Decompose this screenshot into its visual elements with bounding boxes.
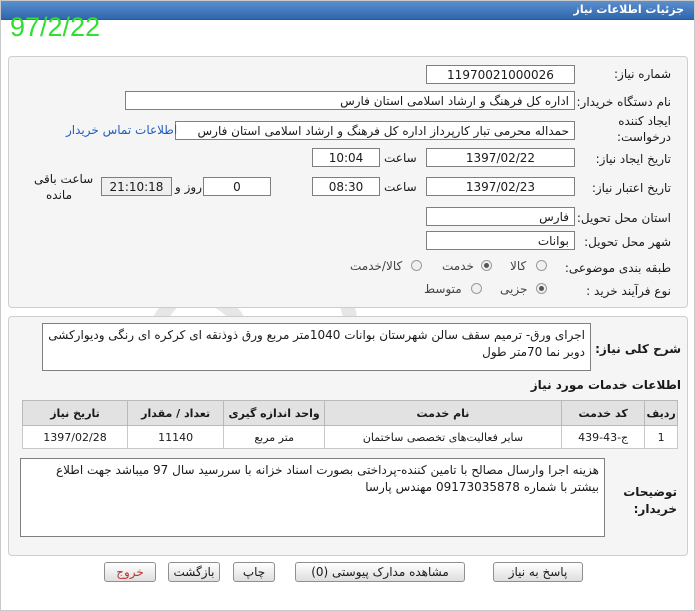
process-option-medium: متوسط [424,282,462,296]
buyer-org-field: اداره کل فرهنگ و ارشاد اسلامی استان فارس [125,91,575,110]
category-radio-goods-service[interactable] [411,260,422,271]
services-section-title: اطلاعات خدمات مورد نیاز [530,378,681,392]
remaining-days-label: روز و [175,180,202,194]
window-title: جزئیات اطلاعات نیاز [573,3,685,16]
creator-field: حمداله محرمی تبار کارپرداز اداره کل فرهن… [175,121,575,140]
category-label: طبقه بندی موضوعی: [564,261,671,275]
cell-need-date: 1397/02/28 [21,425,129,449]
exit-button[interactable]: خروج [104,562,156,582]
cell-service-code: ج-43-439 [560,425,646,449]
city-label: شهر محل تحویل: [584,235,671,249]
validity-date-label: تاریخ اعتبار نیاز: [591,181,671,195]
created-date-label: تاریخ ایجاد نیاز: [595,152,671,166]
validity-time-label: ساعت [384,180,417,194]
remaining-label-line1: ساعت باقی [34,172,94,186]
remaining-label-line2: مانده [46,188,73,202]
province-field: فارس [426,207,575,226]
col-header-unit: واحد اندازه گیری [223,400,325,426]
process-label: نوع فرآیند خرید : [586,284,671,298]
created-time-field: 10:04 [312,148,380,167]
window-titlebar: جزئیات اطلاعات نیاز [1,1,694,20]
process-radio-medium[interactable] [471,283,482,294]
description-label: شرح کلی نیاز: [595,342,681,356]
cell-service-name: سایر فعالیت‌های تخصصی ساختمان [323,425,562,449]
cell-quantity: 11140 [127,425,225,449]
print-button[interactable]: چاپ [233,562,275,582]
stamp-date: 97/2/22 [10,12,101,42]
col-header-quantity: تعداد / مقدار [127,400,225,426]
table-row: 1 ج-43-439 سایر فعالیت‌های تخصصی ساختمان… [21,425,678,449]
col-header-service-code: کد خدمت [560,400,646,426]
creator-label-line2: درخواست: [617,130,671,144]
need-number-field: 1197002100002‌6 [426,65,575,84]
col-header-need-date: تاریخ نیاز [21,400,129,426]
buyer-notes-field: هزینه اجرا وارسال مصالح با تامین کننده-پ… [20,458,605,537]
buyer-notes-label-line2: خریدار: [633,502,677,516]
category-radio-service[interactable] [481,260,492,271]
validity-time-field: 08:30 [312,177,380,196]
category-option-service: خدمت [442,259,474,273]
process-radio-minor[interactable] [536,283,547,294]
city-field: بوانات [426,231,575,250]
back-button[interactable]: بازگشت [168,562,220,582]
buyer-notes-label-line1: توضیحات [623,485,677,499]
services-table: ردیف کد خدمت نام خدمت واحد اندازه گیری ت… [21,400,678,449]
col-header-row-number: ردیف [644,400,678,426]
creator-label-line1: ایجاد کننده [618,114,671,128]
remaining-time-field: 21:10:18 [101,177,172,196]
view-attachments-button[interactable]: مشاهده مدارک پیوستی (0) [295,562,465,582]
col-header-service-name: نام خدمت [323,400,562,426]
created-date-field: 1397/02/22 [426,148,575,167]
category-option-goods: کالا [510,259,527,273]
created-time-label: ساعت [384,151,417,165]
description-field: اجرای ورق- ترمیم سقف سالن شهرستان بوانات… [42,323,591,371]
cell-unit: متر مربع [223,425,325,449]
reply-button[interactable]: پاسخ به نیاز [493,562,583,582]
category-option-goods-service: کالا/خدمت [350,259,403,273]
need-number-label: شماره نیاز: [614,67,671,81]
services-header-row: ردیف کد خدمت نام خدمت واحد اندازه گیری ت… [21,400,678,426]
remaining-days-field: 0 [203,177,271,196]
validity-date-field: 1397/02/23 [426,177,575,196]
province-label: استان محل تحویل: [576,211,671,225]
buyer-contact-link[interactable]: اطلاعات تماس خریدار [66,123,177,137]
buyer-org-label: نام دستگاه خریدار: [576,95,672,109]
category-radio-goods[interactable] [536,260,547,271]
process-option-minor: جزیی [500,282,528,296]
cell-row-number: 1 [644,425,678,449]
